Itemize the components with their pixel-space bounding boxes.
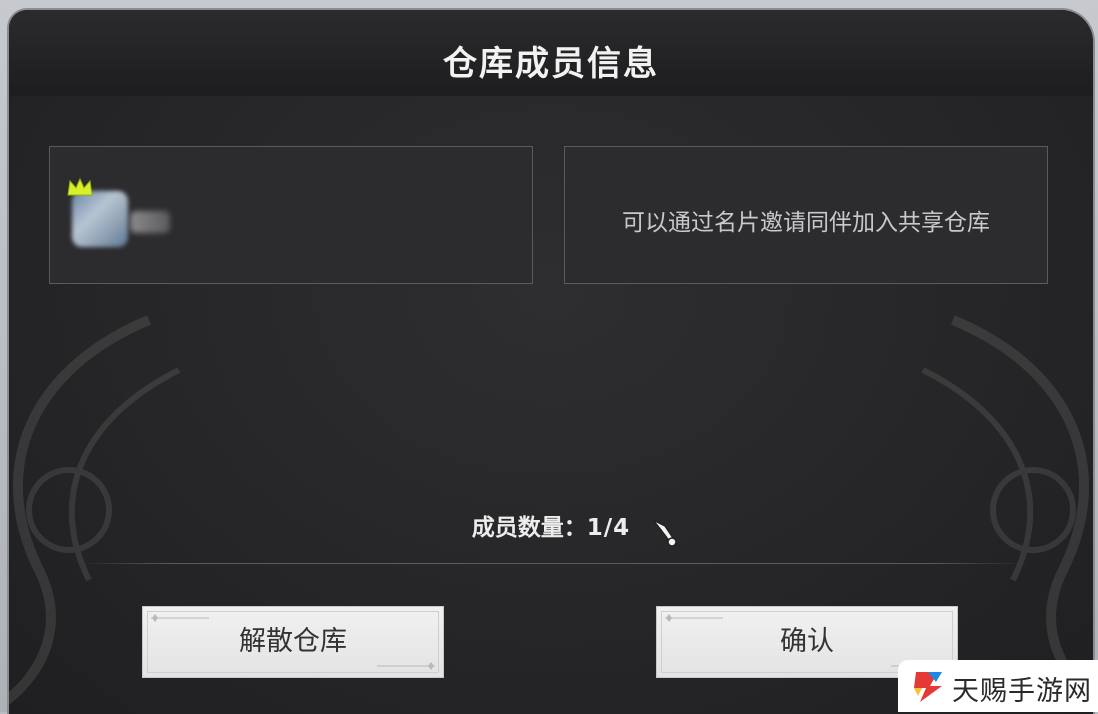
member-card-empty-invite[interactable]: 可以通过名片邀请同伴加入共享仓库	[564, 146, 1048, 284]
dialog-header: 仓库成员信息	[9, 10, 1093, 96]
site-logo-icon	[914, 672, 942, 702]
button-ornament-icon	[377, 662, 435, 670]
section-divider	[79, 563, 1023, 564]
watermark-text: 天赐手游网	[952, 676, 1092, 707]
member-count-label: 成员数量：	[471, 515, 587, 541]
invite-hint-text: 可以通过名片邀请同伴加入共享仓库	[622, 210, 990, 236]
warehouse-member-dialog: 仓库成员信息 可以通过名片邀请同伴加入共享仓库 成员数量：1/4 解散仓库 确认	[7, 8, 1095, 714]
dialog-title: 仓库成员信息	[443, 44, 659, 84]
crown-icon	[67, 177, 93, 196]
site-watermark: 天赐手游网	[898, 660, 1098, 712]
member-card-owner[interactable]	[49, 146, 533, 284]
disband-warehouse-button[interactable]: 解散仓库	[142, 606, 444, 678]
member-count-value: 1/4	[586, 515, 631, 541]
disband-label: 解散仓库	[239, 626, 347, 657]
confirm-label: 确认	[780, 626, 834, 657]
button-ornament-icon	[151, 614, 209, 622]
pointer-cursor-icon	[652, 519, 679, 547]
member-count: 成员数量：1/4	[9, 508, 1093, 542]
screen-frame: 仓库成员信息 可以通过名片邀请同伴加入共享仓库 成员数量：1/4 解散仓库 确认…	[0, 0, 1098, 714]
avatar-image	[72, 191, 128, 247]
button-ornament-icon	[665, 614, 723, 622]
member-name-blurred	[130, 211, 170, 233]
